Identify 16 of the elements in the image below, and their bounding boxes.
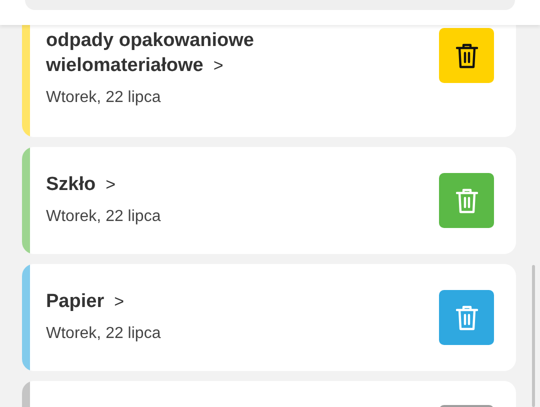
- pickup-date: Wtorek, 22 lipca: [46, 324, 162, 344]
- trash-icon: [456, 304, 478, 330]
- chevron-icon: >: [213, 53, 224, 78]
- waste-card[interactable]: odpady opakowaniowe wielomateriałowe > Wtorek, 22 lipca: [22, 22, 516, 137]
- waste-card[interactable]: Papier > Wtorek, 22 lipca: [22, 264, 516, 371]
- waste-type-title[interactable]: odpady opakowaniowe wielomateriałowe >: [46, 28, 439, 78]
- pickup-date: Wtorek, 22 lipca: [46, 88, 162, 108]
- trash-icon: [456, 188, 478, 214]
- chevron-icon: >: [114, 289, 124, 314]
- trash-icon: [456, 42, 478, 68]
- trash-button[interactable]: [439, 28, 494, 83]
- waste-type-title[interactable]: Papier >: [46, 289, 439, 314]
- waste-card[interactable]: Szkło > Wtorek, 22 lipca: [22, 147, 516, 254]
- pickup-date: Wtorek, 22 lipca: [46, 207, 162, 227]
- chevron-icon: >: [106, 172, 116, 197]
- waste-type-title[interactable]: Szkło >: [46, 172, 439, 197]
